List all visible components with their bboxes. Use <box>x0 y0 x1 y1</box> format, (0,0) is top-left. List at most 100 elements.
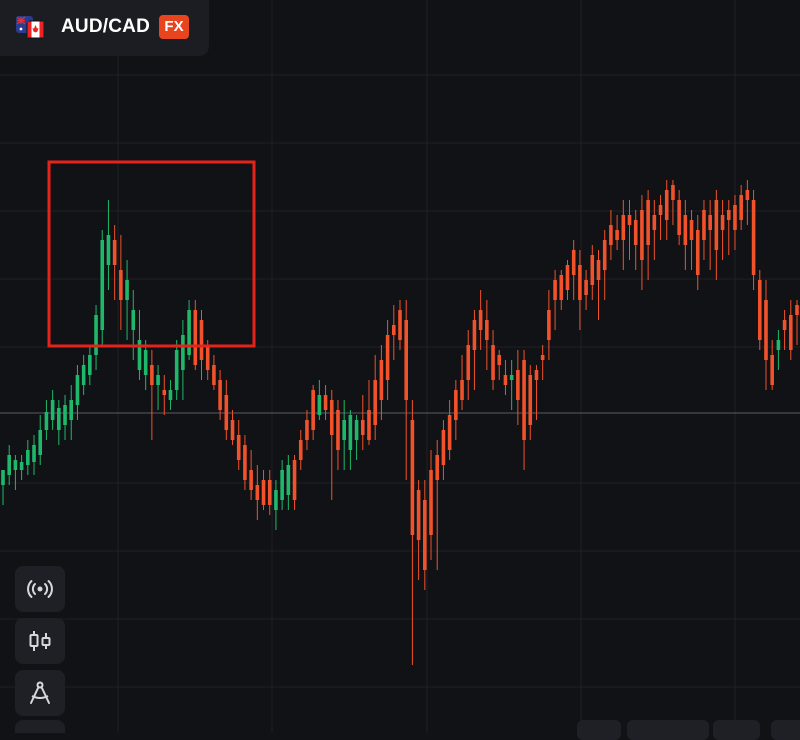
candle-body <box>131 310 136 330</box>
candle-bearish <box>385 320 390 400</box>
candle-bearish <box>658 195 663 240</box>
candle-body <box>609 225 613 245</box>
candle-body <box>646 200 650 245</box>
candle-bearish <box>292 455 297 510</box>
candle-bearish <box>360 395 365 450</box>
drawing-compass-icon <box>30 681 50 704</box>
candle-body <box>379 360 384 400</box>
candle-bearish <box>336 400 340 470</box>
candle-body <box>329 400 334 435</box>
candle-bearish <box>255 465 260 520</box>
candle-bearish <box>522 350 526 470</box>
candle-body <box>44 412 49 430</box>
candle-bullish <box>81 355 86 395</box>
candle-bearish <box>212 355 216 390</box>
candle-bearish <box>224 380 229 440</box>
candle-bearish <box>726 200 731 255</box>
candle-bearish <box>609 210 613 260</box>
candle-body <box>311 390 315 430</box>
candlestick-chart[interactable] <box>0 0 800 733</box>
candle-body <box>13 460 18 470</box>
candle-bullish <box>131 290 136 360</box>
candle-body <box>683 215 688 245</box>
candle-body <box>336 410 340 450</box>
bottom-control-3[interactable] <box>713 720 760 740</box>
candle-body <box>708 215 712 230</box>
candle-body <box>317 395 322 415</box>
drawing-tools-button[interactable] <box>15 670 65 716</box>
candle-body <box>205 345 210 370</box>
candle-bullish <box>13 455 18 490</box>
candle-bullish <box>342 400 346 470</box>
more-tools-button[interactable] <box>15 720 65 733</box>
candle-body <box>88 355 92 375</box>
candle-body <box>447 415 452 450</box>
candle-body <box>230 420 235 440</box>
candle-body <box>640 210 644 260</box>
candle-bullish <box>125 260 129 340</box>
candle-body <box>224 395 229 430</box>
candle-bullish <box>32 435 36 475</box>
candle-body <box>50 400 55 420</box>
candle-body <box>348 415 353 450</box>
bottom-control-4[interactable] <box>771 720 800 740</box>
candle-bearish <box>652 200 657 260</box>
candle-body <box>720 215 725 230</box>
candle-bearish <box>714 190 719 280</box>
candle-body <box>112 240 117 265</box>
candle-body <box>174 350 179 390</box>
candle-body <box>633 220 638 245</box>
candle-bearish <box>243 435 247 490</box>
candle-body <box>726 210 731 220</box>
candle-bearish <box>739 185 743 230</box>
candle-bullish <box>75 365 80 420</box>
candle-bearish <box>671 180 675 225</box>
broadcast-signal-icon <box>27 580 53 598</box>
instrument-symbol: AUD/CAD <box>61 16 151 37</box>
candle-bullish <box>57 400 61 445</box>
signals-button[interactable] <box>15 566 65 612</box>
candle-bearish <box>119 235 123 330</box>
candle-bullish <box>69 385 74 440</box>
candle-bearish <box>267 470 272 515</box>
candle-body <box>81 365 86 385</box>
instrument-selector[interactable]: AUD/CAD FX <box>0 0 209 56</box>
chart-type-button[interactable] <box>15 618 65 664</box>
bottom-control-1[interactable] <box>577 720 621 740</box>
candle-body <box>199 320 204 360</box>
candle-body <box>280 470 284 500</box>
candle-bearish <box>559 270 564 310</box>
candle-body <box>664 190 669 220</box>
bottom-control-2[interactable] <box>627 720 709 740</box>
candle-bearish <box>410 400 415 665</box>
candle-body <box>615 230 619 240</box>
candle-bearish <box>528 365 533 440</box>
candle-bearish <box>472 310 477 390</box>
candle-bearish <box>547 290 551 360</box>
candle-bearish <box>540 345 545 380</box>
candle-bearish <box>757 270 762 350</box>
candle-body <box>602 240 607 270</box>
candle-body <box>503 375 508 385</box>
candle-body <box>534 370 539 380</box>
candle-body <box>404 320 409 400</box>
candle-bearish <box>571 240 576 300</box>
candle-body <box>509 375 514 380</box>
candle-body <box>94 315 98 355</box>
candle-bullish <box>187 300 191 360</box>
candle-bullish <box>44 400 49 440</box>
candle-body <box>398 310 402 340</box>
candle-body <box>714 200 719 250</box>
candle-body <box>733 205 737 230</box>
candle-bearish <box>298 430 303 470</box>
candle-bearish <box>602 230 607 300</box>
candle-bearish <box>615 215 619 250</box>
candle-bearish <box>423 480 427 590</box>
candle-body <box>75 375 80 405</box>
candle-body <box>757 280 762 340</box>
candle-body <box>292 460 297 500</box>
candle-body <box>584 280 588 295</box>
candle-bullish <box>106 200 111 290</box>
candle-body <box>578 265 582 300</box>
candle-body <box>218 380 222 410</box>
